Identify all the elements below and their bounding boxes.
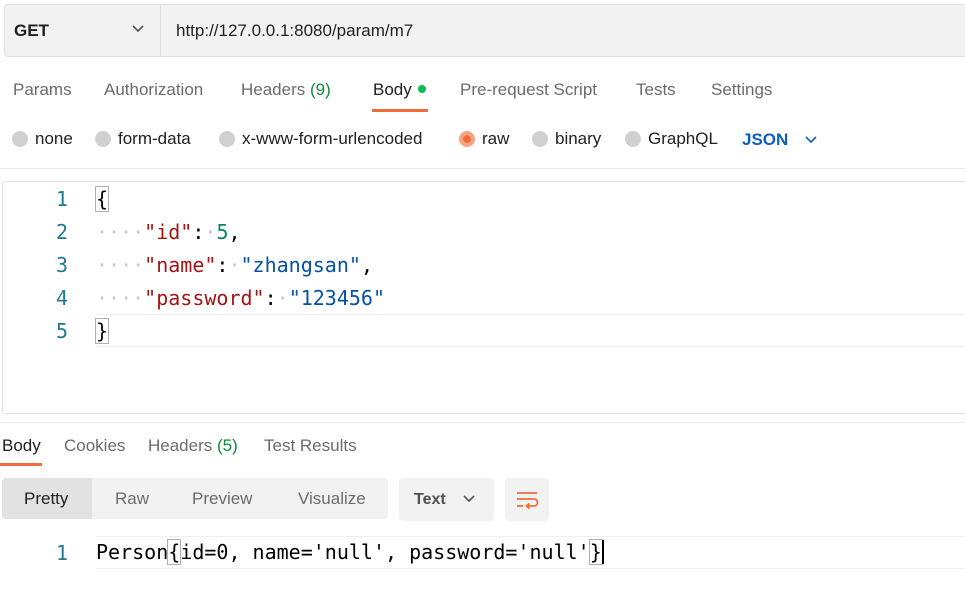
line-number: 1	[55, 187, 68, 211]
view-pretty-button[interactable]: Pretty	[24, 489, 68, 509]
colon: :	[216, 253, 229, 277]
json-value: 5	[216, 220, 229, 244]
code-line-2: ····"id":·5,	[96, 220, 241, 244]
method-label: GET	[14, 21, 49, 40]
radio-binary[interactable]: binary	[532, 129, 601, 149]
url-text: http://127.0.0.1:8080/param/m7	[176, 21, 414, 40]
open-brace: {	[167, 539, 182, 565]
radio-form-data[interactable]: form-data	[95, 129, 191, 149]
active-tab-indicator	[372, 109, 428, 112]
open-brace: {	[94, 186, 110, 212]
json-key: "password"	[144, 286, 265, 310]
response-tab-cookies[interactable]: Cookies	[64, 436, 125, 456]
line-number: 3	[55, 253, 68, 277]
chevron-down-icon[interactable]	[804, 133, 818, 147]
code-line-3: ····"name":·"zhangsan",	[96, 253, 373, 277]
radio-none[interactable]: none	[12, 129, 73, 149]
code-line-4: ····"password":·"123456"	[96, 286, 385, 310]
radio-binary-label: binary	[555, 129, 602, 148]
radio-circle	[12, 130, 28, 147]
divider	[0, 422, 965, 423]
response-tab-test-results[interactable]: Test Results	[264, 436, 357, 456]
line-number: 5	[55, 319, 68, 343]
tab-body[interactable]: Body	[373, 80, 426, 100]
response-body-text[interactable]: Person{id=0, name='null', password='null…	[96, 539, 604, 566]
tab-headers-label: Headers	[241, 80, 306, 99]
response-tab-body[interactable]: Body	[2, 436, 41, 456]
view-preview-button[interactable]: Preview	[192, 489, 252, 509]
indent-dots: ····	[96, 286, 145, 310]
radio-graphql-label: GraphQL	[648, 129, 718, 148]
current-line-highlight	[96, 314, 965, 347]
radio-circle	[532, 130, 548, 147]
body-modified-dot	[417, 84, 426, 93]
json-value: "zhangsan"	[240, 253, 361, 277]
code-line-5: }	[94, 318, 110, 344]
language-select[interactable]: JSON	[742, 130, 788, 150]
close-brace: }	[94, 318, 110, 344]
colon: :	[192, 220, 205, 244]
json-value: "123456"	[288, 286, 386, 310]
radio-graphql[interactable]: GraphQL	[625, 129, 718, 149]
json-key: "id"	[144, 220, 193, 244]
tab-settings[interactable]: Settings	[711, 80, 772, 100]
radio-circle-selected	[459, 130, 475, 147]
colon: :	[264, 286, 277, 310]
line-number: 1	[55, 541, 68, 565]
tab-prerequest-script[interactable]: Pre-request Script	[460, 80, 597, 100]
line-number: 4	[55, 286, 68, 310]
tab-headers[interactable]: Headers (9)	[241, 80, 331, 100]
tab-tests[interactable]: Tests	[636, 80, 676, 100]
radio-urlencoded-label: x-www-form-urlencoded	[242, 129, 423, 148]
radio-raw-label: raw	[482, 129, 510, 148]
text-cursor	[601, 539, 604, 564]
space-dot: ·	[276, 286, 289, 310]
divider	[0, 168, 965, 169]
radio-circle	[625, 130, 641, 147]
tab-params[interactable]: Params	[13, 80, 72, 100]
indent-dots: ····	[96, 220, 145, 244]
chevron-down-icon	[463, 495, 475, 503]
json-key: "name"	[144, 253, 217, 277]
line-number: 2	[55, 220, 68, 244]
space-dot: ·	[204, 220, 217, 244]
tab-headers-count: (9)	[310, 80, 331, 99]
code-line-1: {	[94, 186, 110, 212]
response-tab-headers[interactable]: Headers (5)	[148, 436, 238, 456]
wrap-lines-icon	[517, 492, 539, 510]
response-text-body: id=0, name='null', password='null'	[180, 540, 590, 564]
active-tab-indicator	[0, 463, 42, 466]
format-select-label: Text	[414, 491, 446, 508]
view-visualize-button[interactable]: Visualize	[298, 489, 366, 509]
radio-urlencoded[interactable]: x-www-form-urlencoded	[219, 129, 422, 149]
tab-authorization[interactable]: Authorization	[104, 80, 203, 100]
tab-body-label: Body	[373, 80, 412, 99]
response-tab-headers-count: (5)	[217, 436, 238, 455]
comma: ,	[228, 220, 241, 244]
response-text-prefix: Person	[96, 540, 169, 564]
radio-form-data-label: form-data	[118, 129, 191, 148]
radio-none-label: none	[35, 129, 73, 148]
space-dot: ·	[228, 253, 241, 277]
radio-raw[interactable]: raw	[459, 129, 509, 149]
radio-circle	[219, 130, 235, 147]
response-tab-headers-label: Headers	[148, 436, 213, 455]
view-raw-button[interactable]: Raw	[115, 489, 149, 509]
comma: ,	[360, 253, 373, 277]
radio-circle	[95, 130, 111, 147]
close-brace: }	[588, 539, 603, 565]
chevron-down-icon[interactable]	[130, 21, 146, 37]
indent-dots: ····	[96, 253, 145, 277]
